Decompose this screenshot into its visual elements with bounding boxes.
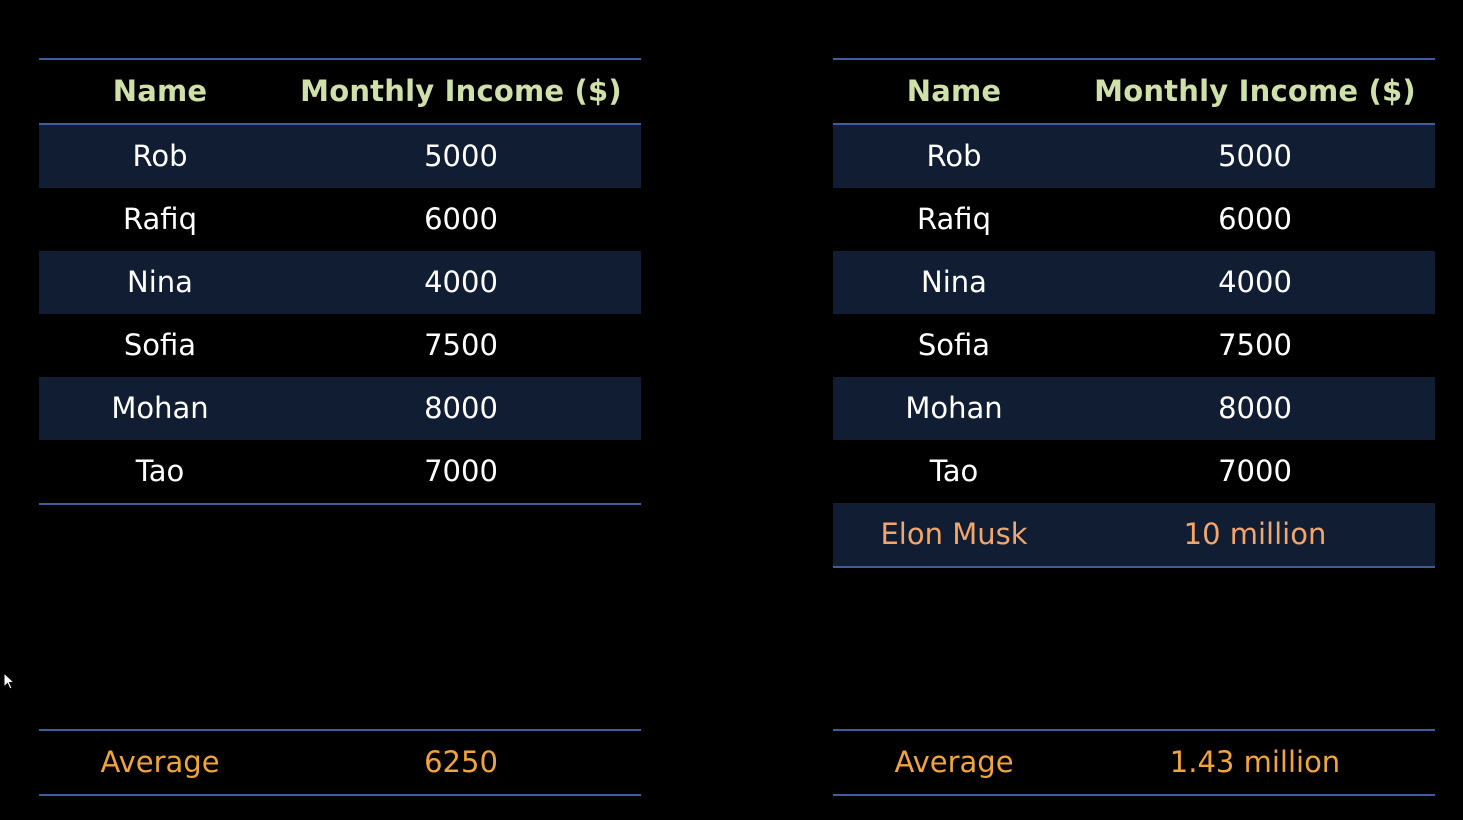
table-header-row: Name Monthly Income ($) (833, 60, 1435, 123)
average-row-left: Average 6250 (39, 729, 641, 796)
row-income: 7000 (1218, 454, 1292, 488)
table-row: Mohan 8000 (39, 377, 641, 440)
column-header-name: Name (112, 74, 208, 108)
table-row: Mohan 8000 (833, 377, 1435, 440)
row-income: 8000 (424, 391, 498, 425)
average-bottom-rule (39, 794, 641, 796)
table-bottom-rule (39, 503, 641, 505)
average-row: Average 1.43 million (833, 731, 1435, 794)
income-table-right: Name Monthly Income ($) Rob 5000 Rafiq 6… (833, 58, 1435, 568)
table-bottom-rule (833, 566, 1435, 568)
row-name: Rob (132, 139, 188, 173)
row-income: 5000 (1218, 139, 1292, 173)
table-body: Rob 5000 Rafiq 6000 Nina 4000 Sofia 7500… (39, 125, 641, 503)
row-name: Rafiq (123, 202, 197, 236)
average-row: Average 6250 (39, 731, 641, 794)
table-row: Tao 7000 (833, 440, 1435, 503)
row-name: Tao (135, 454, 185, 488)
table-row: Sofia 7500 (833, 314, 1435, 377)
table-body: Rob 5000 Rafiq 6000 Nina 4000 Sofia 7500… (833, 125, 1435, 566)
row-name: Sofia (123, 328, 197, 362)
average-label: Average (100, 745, 220, 779)
table-row: Tao 7000 (39, 440, 641, 503)
average-value: 1.43 million (1169, 745, 1341, 779)
table-row: Rafiq 6000 (833, 188, 1435, 251)
income-table-left: Name Monthly Income ($) Rob 5000 Rafiq 6… (39, 58, 641, 505)
average-label: Average (894, 745, 1014, 779)
row-income: 6000 (424, 202, 498, 236)
row-name: Tao (929, 454, 979, 488)
average-bottom-rule (833, 794, 1435, 796)
mouse-pointer-icon (3, 672, 15, 690)
row-income: 7500 (424, 328, 498, 362)
row-income: 8000 (1218, 391, 1292, 425)
row-name: Rafiq (917, 202, 991, 236)
row-income: 7000 (424, 454, 498, 488)
row-name: Mohan (905, 391, 1003, 425)
table-row: Nina 4000 (39, 251, 641, 314)
table-row: Rafiq 6000 (39, 188, 641, 251)
row-income: 4000 (424, 265, 498, 299)
average-value: 6250 (424, 745, 498, 779)
row-name: Rob (926, 139, 982, 173)
slide: Name Monthly Income ($) Rob 5000 Rafiq 6… (0, 0, 1463, 820)
row-income: 5000 (424, 139, 498, 173)
average-row-right: Average 1.43 million (833, 729, 1435, 796)
row-name: Sofia (917, 328, 991, 362)
outlier-name: Elon Musk (880, 517, 1028, 551)
outlier-income: 10 million (1183, 517, 1327, 551)
table-row: Sofia 7500 (39, 314, 641, 377)
row-income: 6000 (1218, 202, 1292, 236)
row-name: Nina (127, 265, 193, 299)
outlier-row: Elon Musk 10 million (833, 503, 1435, 566)
column-header-income: Monthly Income ($) (300, 74, 622, 108)
table-row: Rob 5000 (39, 125, 641, 188)
table-row: Rob 5000 (833, 125, 1435, 188)
table-row: Nina 4000 (833, 251, 1435, 314)
row-income: 7500 (1218, 328, 1292, 362)
column-header-name: Name (906, 74, 1002, 108)
column-header-income: Monthly Income ($) (1094, 74, 1416, 108)
table-header-row: Name Monthly Income ($) (39, 60, 641, 123)
row-income: 4000 (1218, 265, 1292, 299)
row-name: Nina (921, 265, 987, 299)
row-name: Mohan (111, 391, 209, 425)
